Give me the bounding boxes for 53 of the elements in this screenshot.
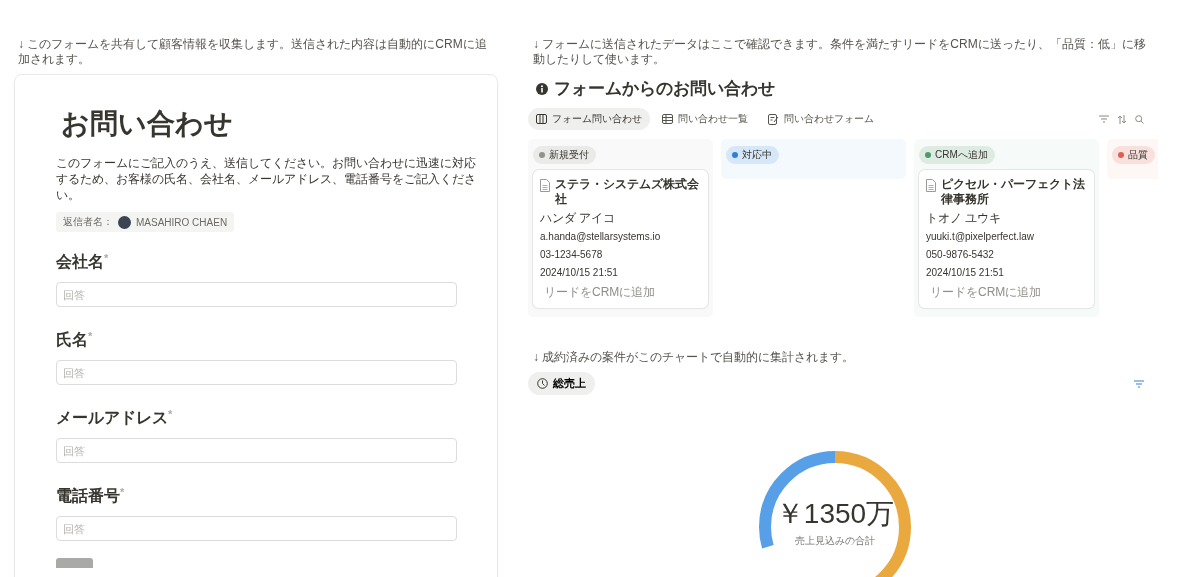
total-caption: 売上見込みの合計 [795,534,875,548]
search-icon[interactable] [1135,114,1144,124]
email-text: yuuki.t@pixelperfect.law [926,230,1034,243]
board-icon [536,114,547,124]
field-label: 電話番号* [56,486,125,506]
answer-field[interactable]: 回答 [56,282,457,307]
responder-name: MASAHIRO CHAEN [136,216,228,228]
avatar-icon [118,215,131,229]
responder-label: 返信者名： [63,215,113,229]
database-title: フォームからのお問い合わせ [554,78,775,100]
table-icon [662,114,673,124]
card-title: ピクセル・パーフェクト法律事務所 [941,177,1086,207]
database-intro-text: ↓ フォームに送信されたデータはここで確認できます。条件を満たすリードをCRMに送ったり、「品質：低」に移動したりして使います。 [533,37,1147,67]
add-to-crm-button[interactable]: リードをCRMに追加 [544,284,656,301]
status-tag: CRMへ追加 [919,146,995,164]
chart-view-tab[interactable]: 総売上 [528,372,595,395]
date-text: 2024/10/15 21:51 [540,266,618,279]
contact-name: トオノ ユウキ [926,212,1002,225]
form-icon [768,113,779,125]
add-to-crm-button[interactable]: リードをCRMに追加 [930,284,1042,301]
clock-icon [537,378,548,389]
status-tag: 品質 [1112,146,1155,164]
chart-intro-text: ↓ 成約済みの案件がこのチャートで自動的に集計されます。 [533,349,856,366]
date-text: 2024/10/15 21:51 [926,266,1004,279]
phone-text: 050-9876-5432 [926,248,994,261]
form-description: このフォームにご記入のうえ、送信してください。お問い合わせに迅速に対応するため、お客様の氏名、会社名、メールアドレス、電話番号をご記入ください。 [56,155,477,203]
view-tab[interactable]: 問い合わせフォーム [760,108,882,130]
contact-name: ハンダ アイコ [540,212,616,225]
filter-icon[interactable] [1099,114,1109,123]
view-tab[interactable]: 問い合わせ一覧 [654,108,756,130]
card-title: ステラ・システムズ株式会社 [555,177,700,207]
field-label: メールアドレス* [56,408,173,428]
status-tag: 新規受付 [533,146,596,164]
answer-field[interactable]: 回答 [56,360,457,385]
email-text: a.handa@stellarsystems.io [540,230,661,243]
form-title: お問い合わせ [61,107,233,141]
field-label: 氏名* [56,330,93,350]
lead-card[interactable]: ステラ・システムズ株式会社 ハンダ アイコ a.handa@stellarsystems.io 03-1234-5678 2024/10/15 21:51 リードをCRMに追加 [533,170,708,308]
submit-button[interactable] [56,558,93,568]
lead-card[interactable]: ピクセル・パーフェクト法律事務所 トオノ ユウキ yuuki.t@pixelperfect.law 050-9876-5432 2024/10/15 21:51 リードをCRMに追加 [919,170,1094,308]
view-tab[interactable]: フォーム問い合わせ [528,108,650,130]
page-icon [540,179,550,192]
status-tag: 対応中 [726,146,779,164]
page-icon [926,179,936,192]
form-intro-text: ↓ このフォームを共有して顧客情報を収集します。送信された内容は自動的にCRMに追加されます。 [18,37,488,67]
field-label: 会社名* [56,252,109,272]
phone-text: 03-1234-5678 [540,248,603,261]
sort-icon[interactable] [1117,114,1127,124]
total-value: ￥1350万 [775,497,895,531]
info-icon [536,82,548,95]
answer-field[interactable]: 回答 [56,438,457,463]
filter-icon[interactable] [1134,379,1144,388]
answer-field[interactable]: 回答 [56,516,457,541]
